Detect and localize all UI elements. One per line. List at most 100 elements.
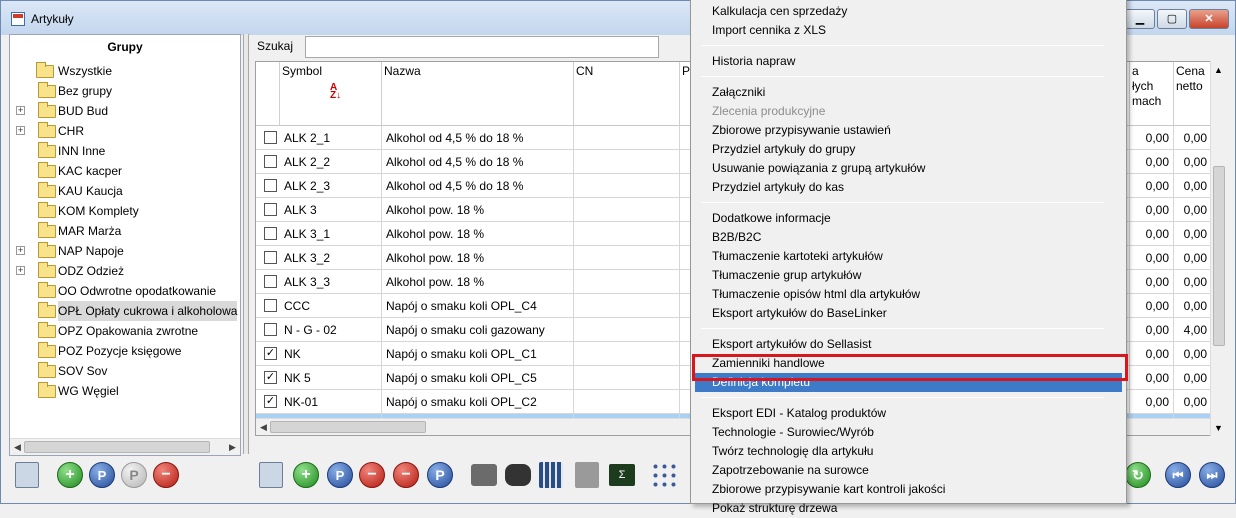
search-input[interactable] (305, 36, 659, 58)
tree-icon[interactable] (651, 462, 677, 488)
add-icon[interactable]: + (293, 462, 319, 488)
cell-a[interactable]: 0,00 (1130, 390, 1174, 414)
cell-empty[interactable] (574, 222, 680, 246)
sort-az-icon[interactable]: A Z↓ (330, 83, 341, 101)
cell-a[interactable]: 0,00 (1130, 366, 1174, 390)
scroll-up-icon[interactable]: ▲ (1214, 65, 1223, 75)
cell-empty[interactable] (574, 294, 680, 318)
menu-item[interactable]: Zbiorowe przypisywanie kart kontroli jak… (695, 480, 1122, 499)
grid-scroll-thumb[interactable] (270, 421, 426, 433)
expand-icon[interactable]: + (16, 246, 25, 255)
cell-empty[interactable] (574, 198, 680, 222)
search-icon[interactable]: P (327, 462, 353, 488)
calculator-icon[interactable] (539, 462, 563, 488)
cell-a[interactable]: 0,00 (1130, 294, 1174, 318)
group-item[interactable]: INN Inne (10, 141, 240, 161)
menu-item[interactable]: Załączniki (695, 83, 1122, 102)
cell-a[interactable]: 0,00 (1130, 198, 1174, 222)
cell-b[interactable]: 0,00 (1174, 126, 1212, 150)
cell-empty[interactable] (574, 366, 680, 390)
minimize-button[interactable]: ▁ (1125, 9, 1155, 29)
cell-empty[interactable] (574, 342, 680, 366)
cell-a[interactable]: 0,00 (1130, 246, 1174, 270)
cell-nazwa[interactable]: Napój o smaku coli gazowany (382, 318, 574, 342)
cell-nazwa[interactable]: Alkohol pow. 18 % (382, 198, 574, 222)
cell-symbol[interactable]: ALK 2_2 (280, 150, 382, 174)
group-item[interactable]: Bez grupy (10, 81, 240, 101)
cell-symbol[interactable]: ALK 2_1 (280, 126, 382, 150)
cell-nazwa[interactable]: Napój o smaku koli OPL_C1 (382, 342, 574, 366)
row-checkbox[interactable] (264, 203, 277, 216)
cell-b[interactable]: 4,00 (1174, 318, 1212, 342)
menu-item[interactable]: Przydziel artykuły do kas (695, 178, 1122, 197)
cell-a[interactable]: 0,00 (1130, 150, 1174, 174)
cell-a[interactable]: 0,00 (1130, 270, 1174, 294)
cell-symbol[interactable]: NK 5 (280, 366, 382, 390)
menu-item[interactable]: Zbiorowe przypisywanie ustawień (695, 121, 1122, 140)
cell-a[interactable]: 0,00 (1130, 318, 1174, 342)
column-header-cn[interactable]: CN (574, 62, 680, 126)
group-item[interactable]: KAC kacper (10, 161, 240, 181)
cell-b[interactable]: 0,00 (1174, 342, 1212, 366)
grid-scroll-left-icon[interactable]: ◀ (258, 422, 269, 433)
group-item[interactable]: KAU Kaucja (10, 181, 240, 201)
menu-item[interactable]: Dodatkowe informacje (695, 209, 1122, 228)
row-checkbox[interactable] (264, 299, 277, 312)
menu-item[interactable]: Eksport artykułów do BaseLinker (695, 304, 1122, 323)
expand-icon[interactable]: + (16, 106, 25, 115)
column-header-a[interactable]: a łych mach (1130, 62, 1174, 126)
cell-empty[interactable] (574, 174, 680, 198)
cell-b[interactable]: 0,00 (1174, 246, 1212, 270)
menu-item[interactable]: Kalkulacja cen sprzedaży (695, 2, 1122, 21)
cell-nazwa[interactable]: Alkohol od 4,5 % do 18 % (382, 126, 574, 150)
cell-empty[interactable] (574, 126, 680, 150)
panel-splitter[interactable] (243, 34, 249, 454)
row-checkbox[interactable] (264, 251, 277, 264)
group-item[interactable]: Wszystkie (10, 61, 240, 81)
group-item[interactable]: + CHR (10, 121, 240, 141)
vertical-scroll-thumb[interactable] (1213, 166, 1225, 346)
row-checkbox[interactable] (264, 275, 277, 288)
group-item[interactable]: OPŁ Opłaty cukrowa i alkoholowa (10, 301, 240, 321)
print-icon[interactable] (471, 464, 497, 486)
cell-empty[interactable] (574, 270, 680, 294)
row-checkbox[interactable]: ✓ (264, 371, 277, 384)
cell-a[interactable]: 0,00 (1130, 126, 1174, 150)
menu-item[interactable]: Zapotrzebowanie na surowce (695, 461, 1122, 480)
column-header-symbol[interactable]: Symbol A Z↓ (280, 62, 382, 126)
cell-b[interactable]: 0,00 (1174, 174, 1212, 198)
menu-item[interactable]: Pokaż strukturę drzewa (695, 499, 1122, 518)
menu-item[interactable]: Przydziel artykuły do grupy (695, 140, 1122, 159)
menu-item[interactable]: Import cennika z XLS (695, 21, 1122, 40)
group-item[interactable]: MAR Marża (10, 221, 240, 241)
scroll-right-icon[interactable]: ▶ (227, 442, 238, 453)
p-icon[interactable]: P (427, 462, 453, 488)
groups-horizontal-scrollbar[interactable]: ◀ ▶ (10, 438, 240, 455)
cell-nazwa[interactable]: Alkohol pow. 18 % (382, 270, 574, 294)
menu-item[interactable]: Twórz technologię dla artykułu (695, 442, 1122, 461)
cell-b[interactable]: 0,00 (1174, 222, 1212, 246)
cell-nazwa[interactable]: Napój o smaku koli OPL_C2 (382, 390, 574, 414)
cell-nazwa[interactable]: Alkohol pow. 18 % (382, 222, 574, 246)
add-icon[interactable]: + (57, 462, 83, 488)
scroll-thumb[interactable] (24, 441, 210, 453)
group-item[interactable]: POZ Pozycje księgowe (10, 341, 240, 361)
row-checkbox[interactable] (264, 155, 277, 168)
menu-item[interactable]: Tłumaczenie grup artykułów (695, 266, 1122, 285)
row-checkbox[interactable] (264, 179, 277, 192)
row-checkbox[interactable]: ✓ (264, 395, 277, 408)
cell-empty[interactable] (574, 390, 680, 414)
cell-nazwa[interactable]: Napój o smaku koli OPL_C4 (382, 294, 574, 318)
maximize-button[interactable]: ▢ (1157, 9, 1187, 29)
cell-nazwa[interactable]: Alkohol pow. 18 % (382, 246, 574, 270)
cell-b[interactable]: 0,00 (1174, 366, 1212, 390)
group-item[interactable]: KOM Komplety (10, 201, 240, 221)
refresh-icon[interactable]: ↻ (1125, 462, 1151, 488)
menu-item[interactable]: Usuwanie powiązania z grupą artykułów (695, 159, 1122, 178)
cell-b[interactable]: 0,00 (1174, 390, 1212, 414)
group-item[interactable]: WG Węgiel (10, 381, 240, 401)
expand-icon[interactable]: + (16, 266, 25, 275)
binoculars-icon[interactable] (505, 464, 531, 486)
menu-item[interactable]: B2B/B2C (695, 228, 1122, 247)
archive-icon[interactable] (575, 462, 599, 488)
